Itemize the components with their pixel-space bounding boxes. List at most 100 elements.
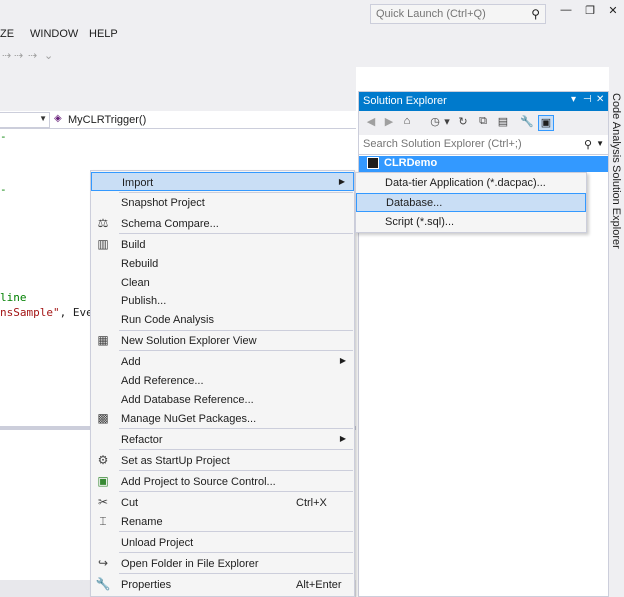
quick-launch-input[interactable] bbox=[371, 5, 521, 23]
wrench-icon[interactable]: 🔧 bbox=[519, 115, 535, 131]
search-icon[interactable]: ⚲ bbox=[531, 7, 540, 21]
database-project-icon bbox=[367, 157, 379, 169]
separator bbox=[119, 470, 353, 471]
tree-item-project[interactable]: CLRDemo bbox=[359, 156, 608, 172]
tab-code-analysis[interactable]: Code Analysis bbox=[610, 93, 622, 163]
menu-item-refactor[interactable]: Refactor ▶ bbox=[91, 430, 354, 449]
editor-navigation-bar: ▼ ◈ MyCLRTrigger() bbox=[0, 111, 356, 129]
menu-item-label: Cut bbox=[121, 497, 139, 509]
context-menu: Import ▶ Snapshot Project ⚖ Schema Compa… bbox=[90, 170, 355, 597]
code-line: - bbox=[0, 183, 7, 196]
code-line: line bbox=[0, 291, 27, 304]
chevron-down-icon[interactable]: ▾ bbox=[439, 115, 455, 131]
submenu-item-script[interactable]: Script (*.sql)... bbox=[356, 213, 586, 232]
submenu-item-data-tier-application[interactable]: Data-tier Application (*.dacpac)... bbox=[356, 174, 586, 193]
menu-item-manage-nuget-packages[interactable]: ▩ Manage NuGet Packages... bbox=[91, 409, 354, 428]
menu-item-label: Rename bbox=[121, 516, 163, 528]
menu-item-label: Properties bbox=[121, 579, 172, 591]
menu-item-add-reference[interactable]: Add Reference... bbox=[91, 371, 354, 390]
code-line: - bbox=[0, 130, 7, 143]
solution-explorer-panel: Solution Explorer ▾ ⊣ ✕ ◀ ▶ ⌂ ◷ ▾ ↻ ⧉ ▤ … bbox=[358, 91, 609, 597]
preview-icon[interactable]: ▣ bbox=[538, 115, 554, 131]
member-dropdown-label: MyCLRTrigger() bbox=[68, 114, 147, 126]
solution-explorer-search[interactable]: ⚲ ▼ bbox=[359, 135, 608, 155]
menu-item-rebuild[interactable]: Rebuild bbox=[91, 254, 354, 273]
toolbar-icon[interactable]: ⇢ bbox=[28, 49, 37, 62]
separator bbox=[119, 350, 353, 351]
method-icon: ◈ bbox=[54, 113, 62, 124]
chevron-down-icon[interactable]: ▼ bbox=[596, 139, 604, 148]
nuget-icon: ▩ bbox=[97, 411, 109, 425]
menu-item-import[interactable]: Import ▶ bbox=[91, 172, 354, 191]
menu-item-build[interactable]: ▥ Build bbox=[91, 235, 354, 254]
menu-window[interactable]: WINDOW bbox=[30, 28, 78, 40]
chevron-down-icon: ▼ bbox=[39, 114, 47, 123]
type-dropdown[interactable]: ▼ bbox=[0, 112, 50, 128]
menu-item-unload-project[interactable]: Unload Project bbox=[91, 533, 354, 552]
scissors-icon: ✂ bbox=[97, 495, 109, 509]
submenu-item-database[interactable]: Database... bbox=[356, 193, 586, 212]
menu-item-new-solution-explorer-view[interactable]: ▦ New Solution Explorer View bbox=[91, 331, 354, 350]
menu-item-label: Set as StartUp Project bbox=[121, 455, 230, 467]
menu-help[interactable]: HELP bbox=[89, 28, 118, 40]
home-icon[interactable]: ⌂ bbox=[399, 115, 415, 131]
menu-item-clean[interactable]: Clean bbox=[91, 273, 354, 292]
tab-solution-explorer[interactable]: Solution Explorer bbox=[610, 165, 622, 249]
submenu-item-label: Database... bbox=[386, 197, 443, 209]
show-all-files-icon[interactable]: ▤ bbox=[495, 115, 511, 131]
schema-compare-icon: ⚖ bbox=[97, 216, 109, 230]
forward-icon[interactable]: ▶ bbox=[381, 115, 397, 131]
toolbar-icon[interactable]: ⇢ bbox=[2, 49, 11, 62]
separator bbox=[119, 491, 353, 492]
minimize-icon[interactable]: — bbox=[558, 4, 574, 20]
menu-item-label: Add bbox=[121, 356, 141, 368]
menu-item-label: Snapshot Project bbox=[121, 197, 205, 209]
search-icon[interactable]: ⚲ bbox=[584, 138, 592, 151]
menu-item-properties[interactable]: 🔧 Properties Alt+Enter bbox=[91, 575, 354, 594]
toolbar-icon[interactable]: ⇢ bbox=[14, 49, 23, 62]
toolbar-overflow-icon[interactable]: ⌄ bbox=[44, 49, 53, 62]
menu-item-label: Manage NuGet Packages... bbox=[121, 413, 257, 425]
title-bar: ⚲ — ❐ ✕ bbox=[0, 0, 624, 25]
menu-item-rename[interactable]: ⌶ Rename bbox=[91, 512, 354, 531]
menu-item-add-database-reference[interactable]: Add Database Reference... bbox=[91, 390, 354, 409]
menu-item-snapshot-project[interactable]: Snapshot Project bbox=[91, 193, 354, 212]
menu-item-label: Import bbox=[122, 177, 154, 189]
rename-icon: ⌶ bbox=[99, 514, 107, 528]
quick-launch-box[interactable]: ⚲ bbox=[370, 4, 546, 24]
menu-item-label: Add Project to Source Control... bbox=[121, 476, 276, 488]
menu-item-schema-compare[interactable]: ⚖ Schema Compare... bbox=[91, 214, 354, 233]
refresh-arrow-icon: ↪ bbox=[97, 556, 109, 570]
collapse-all-icon[interactable]: ⧉ bbox=[475, 115, 491, 131]
submenu-arrow-icon: ▶ bbox=[339, 356, 346, 365]
pin-icon[interactable]: ⊣ bbox=[583, 94, 592, 105]
menu-item-set-startup-project[interactable]: ⚙ Set as StartUp Project bbox=[91, 451, 354, 470]
back-icon[interactable]: ◀ bbox=[363, 115, 379, 131]
close-icon[interactable]: ✕ bbox=[596, 94, 604, 105]
menu-item-label: Add Database Reference... bbox=[121, 394, 254, 406]
refresh-icon[interactable]: ↻ bbox=[455, 115, 471, 131]
menu-analyze[interactable]: ZE bbox=[0, 28, 14, 40]
close-icon[interactable]: ✕ bbox=[605, 4, 621, 20]
menu-item-run-code-analysis[interactable]: Run Code Analysis bbox=[91, 310, 354, 329]
menu-item-cut[interactable]: ✂ Cut Ctrl+X bbox=[91, 493, 354, 512]
menu-item-add-to-source-control[interactable]: ▣ Add Project to Source Control... bbox=[91, 472, 354, 491]
separator bbox=[119, 552, 353, 553]
member-dropdown[interactable]: ◈ MyCLRTrigger() bbox=[52, 112, 356, 128]
source-control-icon: ▣ bbox=[97, 474, 109, 488]
submenu-arrow-icon: ▶ bbox=[339, 434, 346, 443]
menu-item-label: Run Code Analysis bbox=[121, 314, 214, 326]
submenu-item-label: Data-tier Application (*.dacpac)... bbox=[385, 177, 546, 189]
separator bbox=[119, 428, 353, 429]
solution-explorer-title: Solution Explorer bbox=[363, 95, 447, 107]
menu-item-open-folder[interactable]: ↪ Open Folder in File Explorer bbox=[91, 554, 354, 573]
menu-item-label: New Solution Explorer View bbox=[121, 335, 257, 347]
menu-item-add[interactable]: Add ▶ bbox=[91, 352, 354, 371]
menu-item-label: Open Folder in File Explorer bbox=[121, 558, 259, 570]
dropdown-arrow-icon[interactable]: ▾ bbox=[571, 94, 576, 105]
menu-item-shortcut: Ctrl+X bbox=[296, 497, 327, 509]
search-input[interactable] bbox=[359, 135, 579, 153]
code-line: nsSample", Even bbox=[0, 306, 99, 319]
restore-icon[interactable]: ❐ bbox=[582, 4, 598, 20]
menu-item-publish[interactable]: Publish... bbox=[91, 291, 354, 310]
